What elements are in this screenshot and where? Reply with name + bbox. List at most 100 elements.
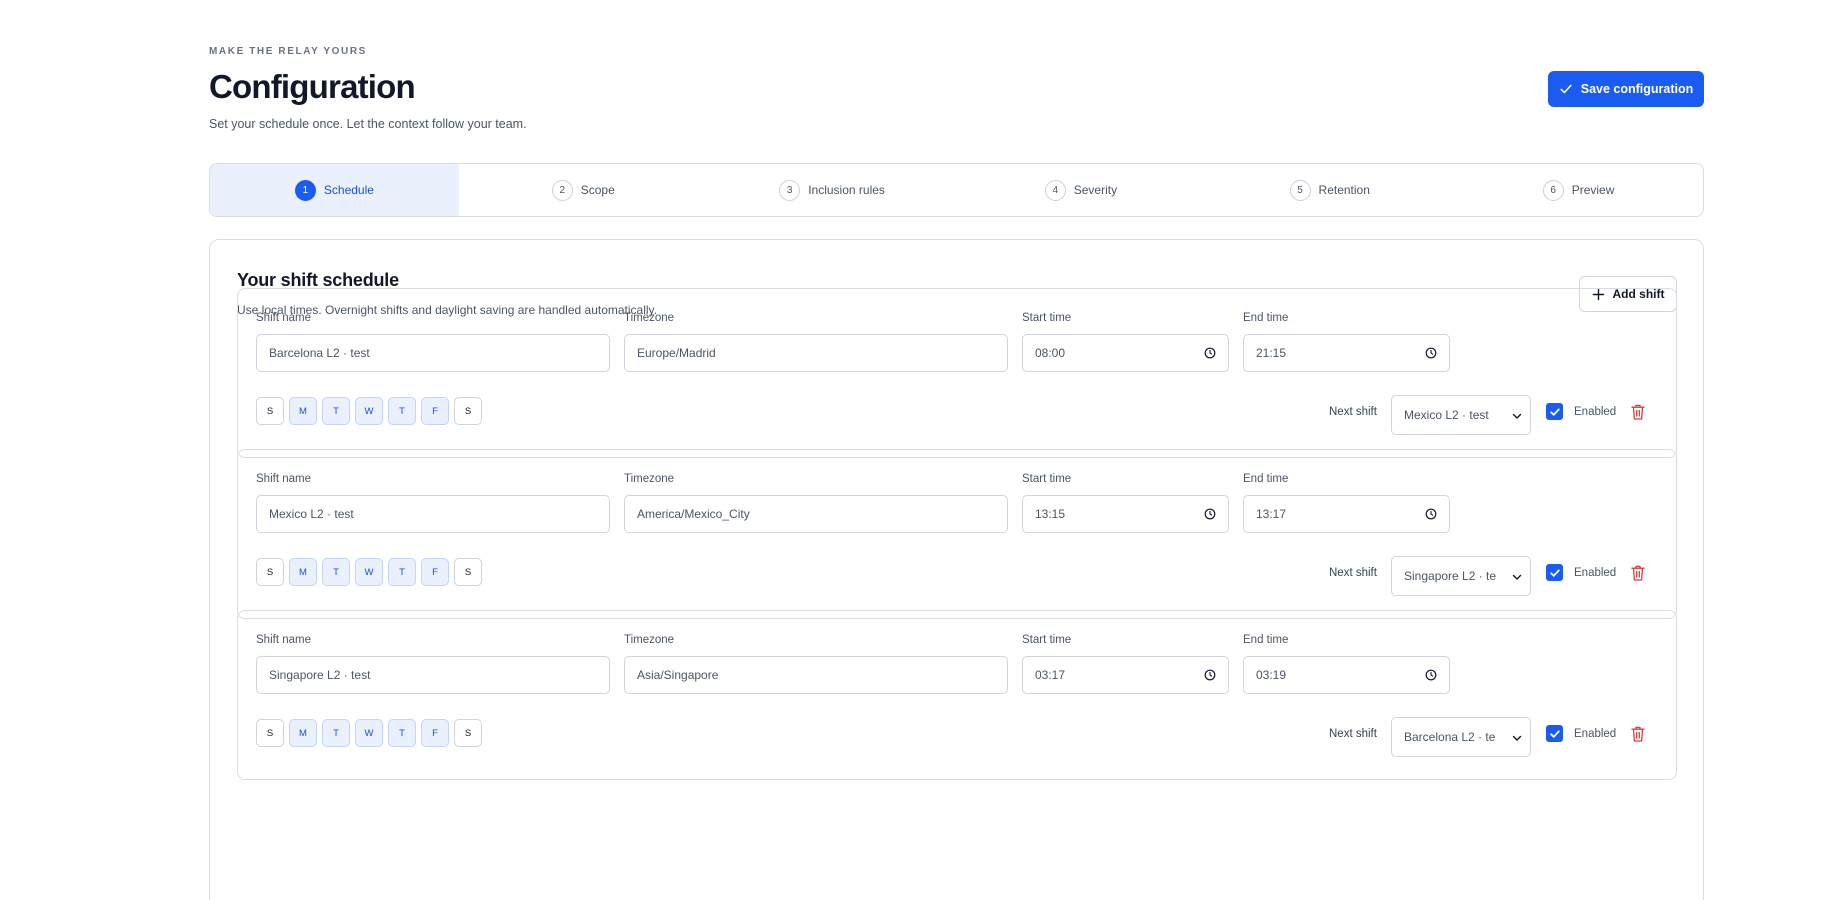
step-number: 2 bbox=[551, 179, 573, 201]
shift-name-label: Shift name bbox=[256, 473, 311, 485]
weekday-toggles: SMTWTFS bbox=[256, 397, 482, 425]
step-label: Preview bbox=[1571, 183, 1615, 197]
next-shift-label: Next shift bbox=[1329, 728, 1377, 740]
step-number: 3 bbox=[779, 179, 801, 201]
step-preview[interactable]: 6 Preview bbox=[1454, 164, 1703, 216]
shift-row: Shift name Singapore L2 · test Timezone … bbox=[237, 610, 1677, 780]
step-inclusion-rules[interactable]: 3 Inclusion rules bbox=[708, 164, 957, 216]
step-label: Schedule bbox=[323, 183, 374, 197]
clock-icon[interactable] bbox=[1204, 347, 1216, 359]
chevron-down-icon bbox=[1512, 574, 1522, 580]
day-toggle[interactable]: F bbox=[421, 558, 449, 586]
day-toggle[interactable]: M bbox=[289, 719, 317, 747]
day-toggle[interactable]: W bbox=[355, 719, 383, 747]
end-time-value: 13:17 bbox=[1256, 507, 1287, 521]
day-toggle[interactable]: W bbox=[355, 397, 383, 425]
step-label: Severity bbox=[1073, 183, 1118, 197]
check-icon bbox=[1560, 84, 1572, 94]
next-shift-value: Singapore L2 · test bbox=[1404, 569, 1496, 583]
step-severity[interactable]: 4 Severity bbox=[956, 164, 1205, 216]
start-time-value: 13:15 bbox=[1035, 507, 1066, 521]
day-toggle[interactable]: S bbox=[256, 719, 284, 747]
shift-row: Shift name Mexico L2 · test Timezone Ame… bbox=[237, 449, 1677, 619]
next-shift-select[interactable]: Singapore L2 · test bbox=[1391, 556, 1531, 596]
timezone-input[interactable]: Europe/Madrid bbox=[624, 334, 1008, 372]
step-number: 4 bbox=[1044, 179, 1066, 201]
stepper: 1 Schedule 2 Scope 3 Inclusion rules 4 S… bbox=[209, 163, 1704, 217]
day-toggle[interactable]: T bbox=[322, 397, 350, 425]
start-time-label: Start time bbox=[1022, 473, 1072, 485]
step-retention[interactable]: 5 Retention bbox=[1205, 164, 1454, 216]
day-toggle[interactable]: T bbox=[388, 558, 416, 586]
save-configuration-button[interactable]: Save configuration bbox=[1548, 71, 1704, 107]
next-shift-select[interactable]: Barcelona L2 · test bbox=[1391, 717, 1531, 757]
end-time-input[interactable]: 13:17 bbox=[1243, 495, 1450, 533]
check-icon bbox=[1549, 569, 1560, 577]
day-toggle[interactable]: W bbox=[355, 558, 383, 586]
day-toggle[interactable]: F bbox=[421, 397, 449, 425]
step-label: Retention bbox=[1318, 183, 1370, 197]
step-number: 1 bbox=[294, 179, 316, 201]
next-shift-select[interactable]: Mexico L2 · test bbox=[1391, 395, 1531, 435]
start-time-label: Start time bbox=[1022, 634, 1072, 646]
weekday-toggles: SMTWTFS bbox=[256, 558, 482, 586]
day-toggle[interactable]: F bbox=[421, 719, 449, 747]
day-toggle[interactable]: T bbox=[388, 397, 416, 425]
start-time-value: 08:00 bbox=[1035, 346, 1066, 360]
shift-name-label: Shift name bbox=[256, 634, 311, 646]
clock-icon[interactable] bbox=[1204, 669, 1216, 681]
shift-row: Shift name Barcelona L2 · test Timezone … bbox=[237, 288, 1677, 458]
day-toggle[interactable]: S bbox=[454, 719, 482, 747]
next-shift-label: Next shift bbox=[1329, 567, 1377, 579]
start-time-input[interactable]: 03:17 bbox=[1022, 656, 1229, 694]
day-toggle[interactable]: S bbox=[454, 397, 482, 425]
step-schedule[interactable]: 1 Schedule bbox=[210, 164, 459, 216]
enabled-label: Enabled bbox=[1574, 728, 1617, 740]
save-button-label: Save configuration bbox=[1580, 82, 1694, 96]
clock-icon[interactable] bbox=[1425, 669, 1437, 681]
end-time-input[interactable]: 21:15 bbox=[1243, 334, 1450, 372]
day-toggle[interactable]: S bbox=[256, 558, 284, 586]
trash-icon[interactable] bbox=[1630, 403, 1646, 421]
check-icon bbox=[1549, 408, 1560, 416]
day-toggle[interactable]: M bbox=[289, 558, 317, 586]
day-toggle[interactable]: S bbox=[454, 558, 482, 586]
trash-icon[interactable] bbox=[1630, 725, 1646, 743]
timezone-input[interactable]: America/Mexico_City bbox=[624, 495, 1008, 533]
check-icon bbox=[1549, 730, 1560, 738]
shift-name-input[interactable]: Barcelona L2 · test bbox=[256, 334, 610, 372]
enabled-checkbox[interactable] bbox=[1546, 564, 1563, 581]
end-time-label: End time bbox=[1243, 634, 1289, 646]
next-shift-value: Mexico L2 · test bbox=[1404, 408, 1489, 422]
end-time-value: 03:19 bbox=[1256, 668, 1287, 682]
timezone-input[interactable]: Asia/Singapore bbox=[624, 656, 1008, 694]
clock-icon[interactable] bbox=[1425, 347, 1437, 359]
trash-icon[interactable] bbox=[1630, 564, 1646, 582]
shift-schedule-card: Your shift schedule Use local times. Ove… bbox=[209, 239, 1704, 900]
day-toggle[interactable]: T bbox=[322, 558, 350, 586]
step-number: 6 bbox=[1542, 179, 1564, 201]
timezone-label: Timezone bbox=[624, 473, 675, 485]
enabled-checkbox[interactable] bbox=[1546, 403, 1563, 420]
day-toggle[interactable]: S bbox=[256, 397, 284, 425]
enabled-checkbox[interactable] bbox=[1546, 725, 1563, 742]
start-time-input[interactable]: 13:15 bbox=[1022, 495, 1229, 533]
clock-icon[interactable] bbox=[1425, 508, 1437, 520]
timezone-label: Timezone bbox=[624, 312, 675, 324]
end-time-input[interactable]: 03:19 bbox=[1243, 656, 1450, 694]
shift-name-input[interactable]: Mexico L2 · test bbox=[256, 495, 610, 533]
chevron-down-icon bbox=[1512, 413, 1522, 419]
step-number: 5 bbox=[1289, 179, 1311, 201]
step-label: Scope bbox=[580, 183, 615, 197]
chevron-down-icon bbox=[1512, 735, 1522, 741]
clock-icon[interactable] bbox=[1204, 508, 1216, 520]
day-toggle[interactable]: T bbox=[388, 719, 416, 747]
day-toggle[interactable]: M bbox=[289, 397, 317, 425]
day-toggle[interactable]: T bbox=[322, 719, 350, 747]
next-shift-value: Barcelona L2 · test bbox=[1404, 730, 1496, 744]
eyebrow: MAKE THE RELAY YOURS bbox=[209, 46, 367, 57]
shift-name-input[interactable]: Singapore L2 · test bbox=[256, 656, 610, 694]
next-shift-label: Next shift bbox=[1329, 406, 1377, 418]
start-time-input[interactable]: 08:00 bbox=[1022, 334, 1229, 372]
step-scope[interactable]: 2 Scope bbox=[459, 164, 708, 216]
